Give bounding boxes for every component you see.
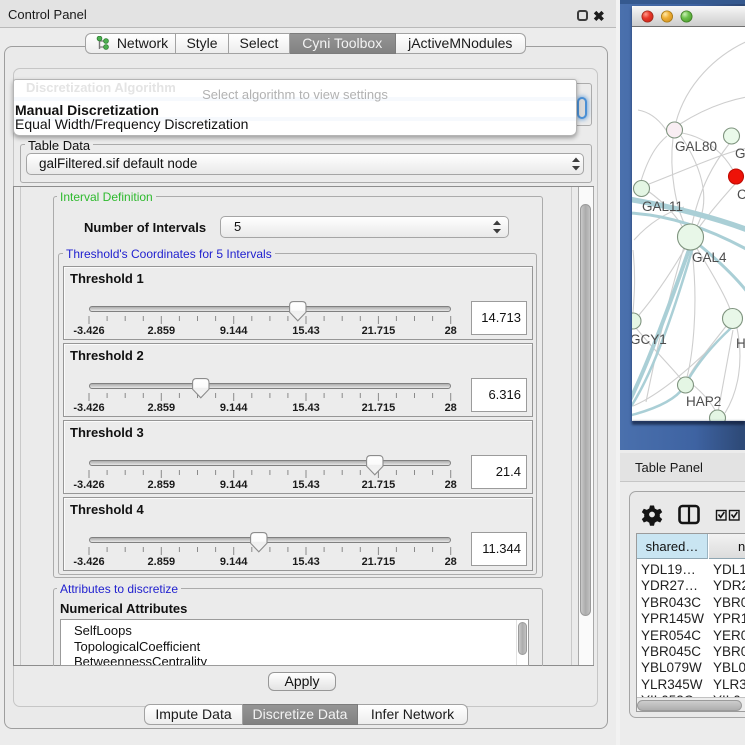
svg-text:GAL80: GAL80 <box>675 139 717 154</box>
svg-text:GAL4: GAL4 <box>692 250 727 265</box>
svg-text:GCY1: GCY1 <box>632 332 667 347</box>
svg-text:C: C <box>737 187 745 202</box>
svg-text:H: H <box>736 336 745 351</box>
svg-text:GAL11: GAL11 <box>642 199 683 214</box>
svg-text:GA: GA <box>735 146 745 161</box>
svg-text:HAP2: HAP2 <box>686 394 721 409</box>
